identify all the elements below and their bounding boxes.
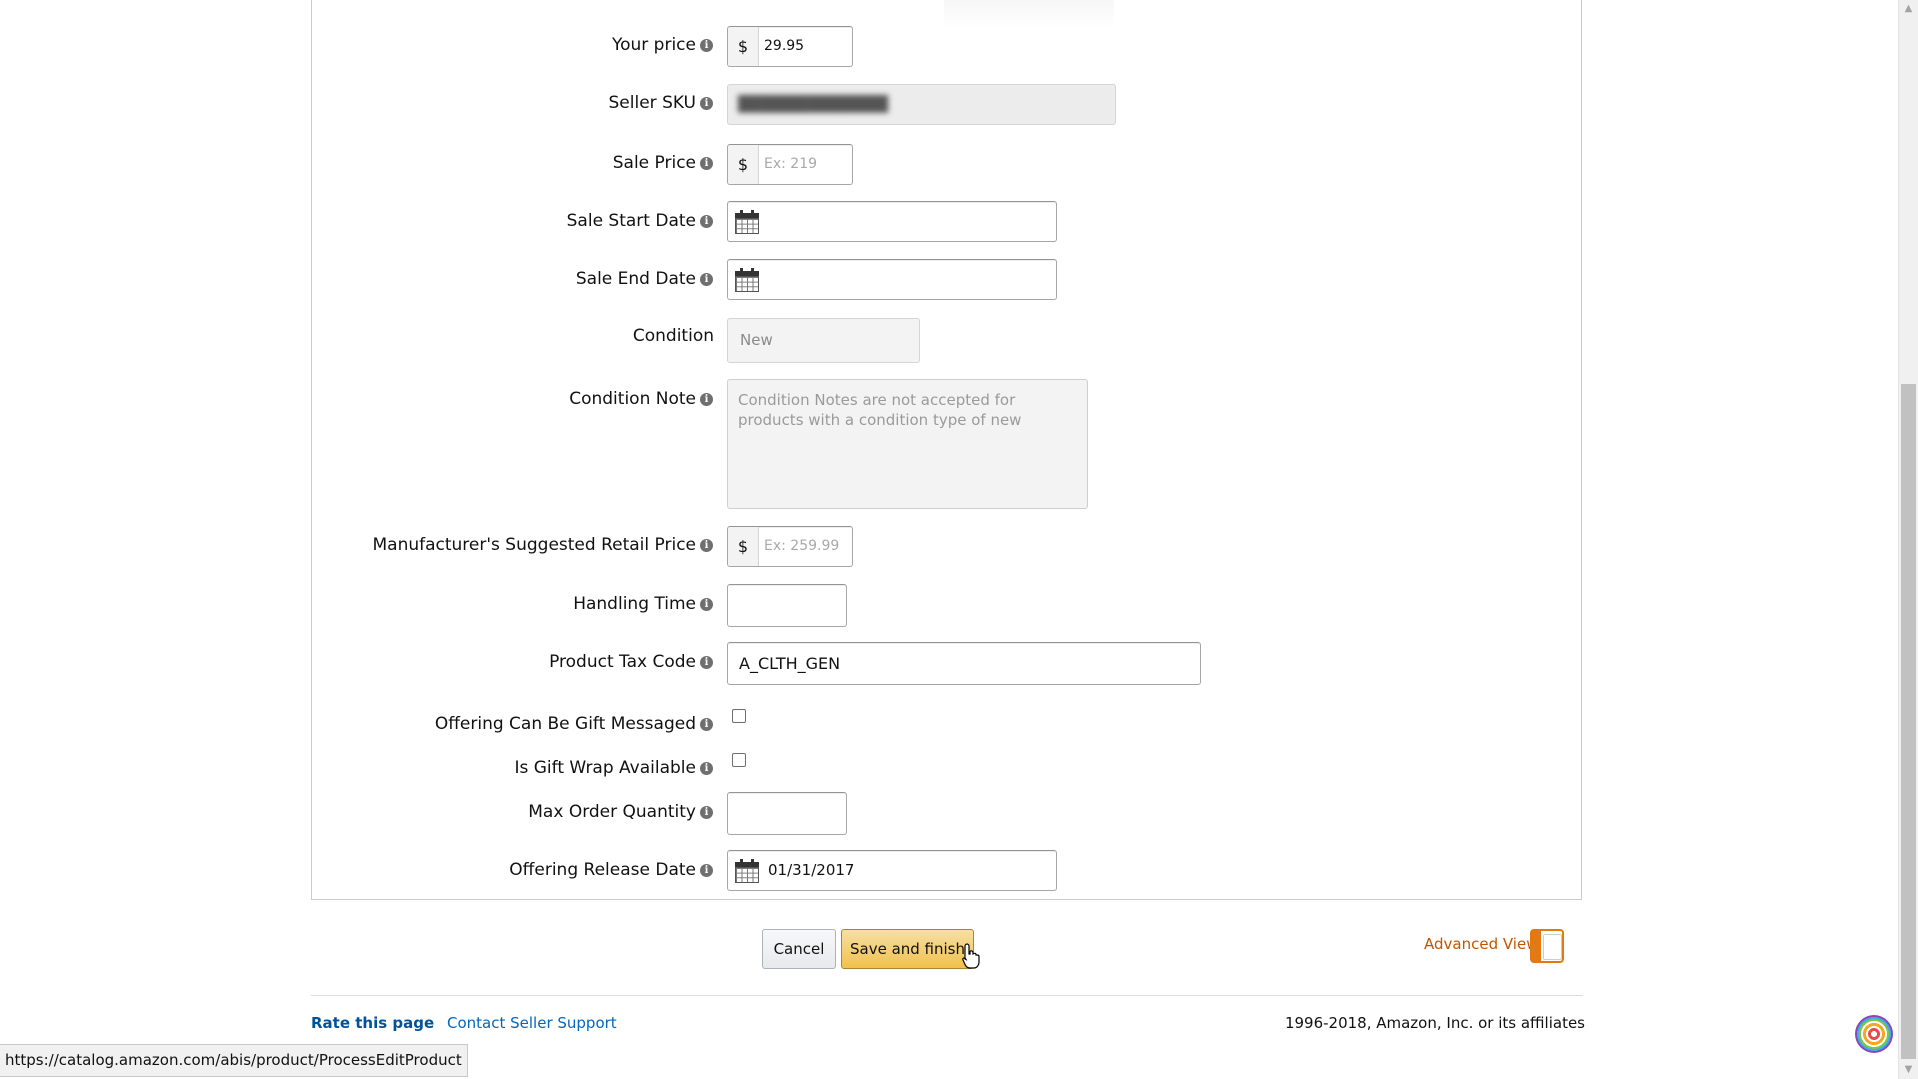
info-icon[interactable]: i: [700, 598, 713, 611]
faded-field-remnant: [944, 0, 1114, 28]
sale-start-date-input[interactable]: [727, 201, 1057, 242]
max-order-quantity-label: Max Order Quantity: [528, 802, 696, 822]
seller-sku-value-redacted: █████████████: [738, 95, 888, 113]
seller-sku-input[interactable]: █████████████: [727, 84, 1116, 125]
your-price-label: Your price: [611, 35, 696, 55]
msrp-placeholder: Ex: 259.99: [764, 538, 840, 554]
info-icon[interactable]: i: [700, 864, 713, 877]
calendar-icon[interactable]: [735, 210, 759, 234]
your-price-value: 29.95: [764, 38, 805, 54]
info-icon[interactable]: i: [700, 157, 713, 170]
info-icon[interactable]: i: [700, 718, 713, 731]
hand-cursor-icon: [962, 943, 980, 969]
condition-value: New: [740, 331, 773, 349]
sale-start-date-label: Sale Start Date: [566, 211, 696, 231]
info-icon[interactable]: i: [700, 393, 713, 406]
info-icon[interactable]: i: [700, 656, 713, 669]
msrp-label: Manufacturer's Suggested Retail Price: [372, 535, 696, 555]
sale-end-date-label: Sale End Date: [575, 269, 696, 289]
info-icon[interactable]: i: [700, 97, 713, 110]
sale-end-date-input[interactable]: [727, 259, 1057, 300]
status-bar-url: https://catalog.amazon.com/abis/product/…: [0, 1044, 468, 1077]
currency-symbol: $: [728, 527, 759, 566]
scrollbar-thumb[interactable]: [1901, 384, 1916, 1059]
copyright-text: 1996-2018, Amazon, Inc. or its affiliate…: [1284, 1014, 1585, 1032]
gift-messaged-checkbox[interactable]: [732, 709, 746, 723]
calendar-icon[interactable]: [735, 859, 759, 883]
toggle-track: [1543, 934, 1562, 960]
calendar-icon[interactable]: [735, 268, 759, 292]
info-icon[interactable]: i: [700, 39, 713, 52]
info-icon[interactable]: i: [700, 806, 713, 819]
toggle-knob: [1532, 931, 1541, 961]
gift-wrap-label: Is Gift Wrap Available: [514, 758, 696, 778]
info-icon[interactable]: i: [700, 762, 713, 775]
gift-wrap-checkbox[interactable]: [732, 753, 746, 767]
cancel-button[interactable]: Cancel: [762, 929, 836, 969]
release-date-value: 01/31/2017: [768, 861, 855, 879]
rate-this-page-link[interactable]: Rate this page: [311, 1014, 434, 1032]
release-date-label: Offering Release Date: [509, 860, 696, 880]
contact-seller-support-link[interactable]: Contact Seller Support: [447, 1014, 617, 1032]
max-order-quantity-input[interactable]: [727, 792, 847, 835]
info-icon[interactable]: i: [700, 273, 713, 286]
gift-messaged-label: Offering Can Be Gift Messaged: [434, 714, 696, 734]
sale-price-input[interactable]: $ Ex: 219: [727, 144, 853, 185]
currency-symbol: $: [728, 145, 759, 184]
product-tax-code-label: Product Tax Code: [549, 652, 696, 672]
condition-select[interactable]: New: [727, 318, 920, 363]
handling-time-label: Handling Time: [573, 594, 696, 614]
vertical-scrollbar[interactable]: ▲ ▼: [1898, 0, 1918, 1079]
condition-note-textarea[interactable]: Condition Notes are not accepted for pro…: [727, 379, 1088, 509]
advanced-view-toggle[interactable]: [1530, 929, 1564, 963]
msrp-input[interactable]: $ Ex: 259.99: [727, 526, 853, 567]
seller-sku-label: Seller SKU: [608, 93, 696, 113]
sale-price-label: Sale Price: [612, 153, 696, 173]
scroll-up-arrow-icon[interactable]: ▲: [1899, 0, 1918, 18]
your-price-input[interactable]: $ 29.95: [727, 26, 853, 67]
currency-symbol: $: [728, 27, 759, 66]
sale-price-placeholder: Ex: 219: [764, 156, 818, 172]
page: Your price i $ 29.95 Seller SKU i ██████…: [0, 0, 1918, 1079]
scroll-down-arrow-icon[interactable]: ▼: [1899, 1061, 1918, 1079]
info-icon[interactable]: i: [700, 215, 713, 228]
product-tax-code-input[interactable]: A_CLTH_GEN: [727, 642, 1201, 685]
info-icon[interactable]: i: [700, 539, 713, 552]
condition-note-label: Condition Note: [569, 389, 696, 409]
handling-time-input[interactable]: [727, 584, 847, 627]
advanced-view-label: Advanced View: [1424, 935, 1539, 953]
condition-label: Condition: [632, 326, 714, 346]
release-date-input[interactable]: 01/31/2017: [727, 850, 1057, 891]
save-and-finish-button[interactable]: Save and finish: [841, 929, 974, 969]
product-tax-code-value: A_CLTH_GEN: [739, 654, 841, 673]
rings-widget-icon[interactable]: [1855, 1015, 1893, 1053]
footer-divider: [311, 995, 1583, 996]
